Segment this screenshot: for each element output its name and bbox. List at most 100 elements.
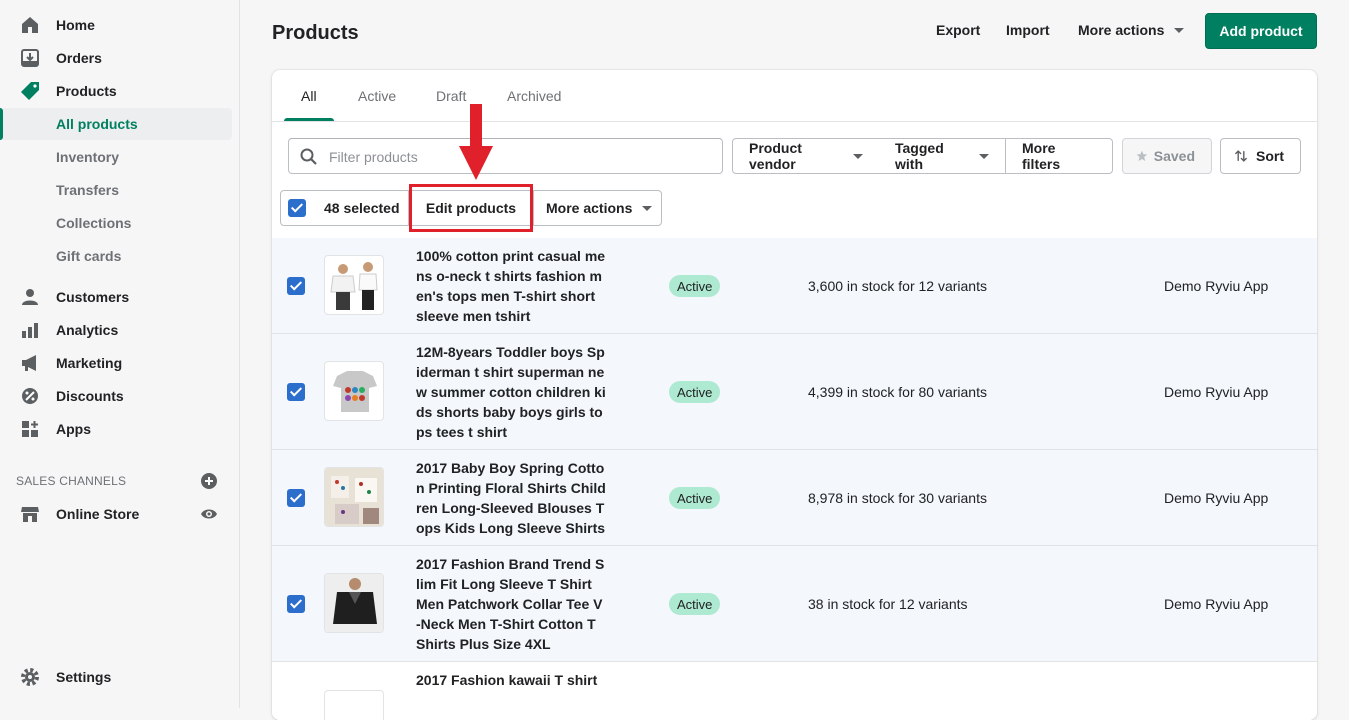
tagged-with-filter[interactable]: Tagged with — [879, 138, 1006, 174]
row-checkbox[interactable] — [287, 595, 305, 613]
row-checkbox[interactable] — [287, 489, 305, 507]
nav-label: Customers — [56, 289, 130, 305]
inventory-text: 4,399 in stock for 80 variants — [808, 384, 987, 400]
product-title[interactable]: 2017 Fashion kawaii T shirt — [416, 670, 616, 690]
nav-apps[interactable]: Apps — [0, 413, 232, 445]
bulk-more-actions-label: More actions — [546, 200, 633, 216]
discount-icon — [22, 388, 38, 404]
nav-label: Settings — [56, 669, 112, 685]
table-row[interactable]: 2017 Fashion Brand Trend Slim Fit Long S… — [272, 546, 1317, 662]
chevron-down-icon — [979, 153, 989, 159]
chevron-down-icon — [642, 205, 653, 211]
nav-online-store[interactable]: Online Store — [0, 498, 232, 530]
select-all-checkbox[interactable]: 48 selected — [280, 190, 409, 226]
nav-label: Transfers — [56, 182, 120, 198]
nav-marketing[interactable]: Marketing — [0, 347, 232, 379]
table-row[interactable]: 100% cotton print casual mens o-neck t s… — [272, 238, 1317, 334]
status-badge: Active — [669, 381, 721, 403]
chevron-down-icon — [853, 153, 863, 159]
nav-label: Analytics — [56, 322, 119, 338]
nav-orders[interactable]: Orders — [0, 42, 232, 74]
orders-icon — [21, 49, 39, 67]
store-icon — [21, 507, 39, 522]
vendor-text: Demo Ryviu App — [1164, 278, 1269, 294]
apps-icon — [22, 421, 38, 437]
table-row[interactable]: 2017 Baby Boy Spring Cotton Printing Flo… — [272, 450, 1317, 546]
status-badge: Active — [669, 275, 721, 297]
inventory-text: 3,600 in stock for 12 variants — [808, 278, 987, 294]
nav-settings[interactable]: Settings — [0, 661, 232, 693]
black-tshirt-image — [325, 574, 383, 632]
nav-home[interactable]: Home — [0, 9, 232, 41]
add-channel-icon[interactable] — [201, 473, 217, 489]
add-product-button[interactable]: Add product — [1205, 13, 1317, 49]
search-input[interactable] — [329, 147, 709, 167]
main-content: Products Export Import More actions Add … — [240, 0, 1349, 720]
page-title: Products — [272, 22, 359, 44]
import-button[interactable]: Import — [1006, 22, 1050, 38]
nav-label: Apps — [56, 421, 91, 437]
more-filters-button[interactable]: More filters — [1005, 138, 1113, 174]
product-thumbnail[interactable] — [324, 573, 384, 633]
sort-label: Sort — [1256, 148, 1284, 164]
nav-label: Inventory — [56, 149, 120, 165]
saved-button[interactable]: Saved — [1122, 138, 1212, 174]
more-actions-label: More actions — [1078, 22, 1165, 38]
product-thumbnail[interactable] — [324, 255, 384, 315]
nav-products[interactable]: Products — [0, 75, 232, 107]
kids-tshirt-image — [333, 371, 377, 412]
filter-label: Tagged with — [895, 140, 944, 172]
table-row[interactable]: 12M-8years Toddler boys Spiderman t shir… — [272, 334, 1317, 450]
nav-label: Orders — [56, 50, 102, 66]
nav-gift-cards[interactable]: Gift cards — [0, 240, 232, 272]
export-button[interactable]: Export — [936, 22, 980, 38]
product-title[interactable]: 100% cotton print casual mens o-neck t s… — [416, 246, 606, 326]
search-field[interactable] — [288, 138, 723, 174]
analytics-icon — [22, 323, 38, 338]
tab-all[interactable]: All — [301, 88, 317, 104]
product-title[interactable]: 2017 Fashion Brand Trend Slim Fit Long S… — [416, 554, 606, 654]
nav-label: Products — [56, 83, 117, 99]
down-arrow-annotation — [459, 104, 493, 180]
row-checkbox[interactable] — [287, 383, 305, 401]
nav-label: Collections — [56, 215, 132, 231]
nav-analytics[interactable]: Analytics — [0, 314, 232, 346]
tab-archived[interactable]: Archived — [507, 88, 561, 104]
filter-label: Product vendor — [749, 140, 802, 172]
product-title[interactable]: 12M-8years Toddler boys Spiderman t shir… — [416, 342, 606, 442]
vendor-text: Demo Ryviu App — [1164, 596, 1269, 612]
checkbox-checked — [288, 199, 306, 217]
product-title[interactable]: 2017 Baby Boy Spring Cotton Printing Flo… — [416, 458, 606, 538]
tab-bar: All Active Draft Archived — [272, 70, 1317, 122]
product-thumbnail[interactable] — [324, 690, 384, 720]
product-thumbnail[interactable] — [324, 361, 384, 421]
nav-label: Home — [56, 17, 95, 33]
row-checkbox[interactable] — [287, 277, 305, 295]
sort-icon — [1234, 150, 1248, 162]
nav-label: Marketing — [56, 355, 123, 371]
nav-label: Discounts — [56, 388, 124, 404]
tab-underline — [284, 118, 334, 121]
status-badge: Active — [669, 487, 721, 509]
product-vendor-filter[interactable]: Product vendor — [732, 138, 880, 174]
sidebar: Home Orders Products All products Invent… — [0, 0, 240, 708]
product-thumbnail[interactable] — [324, 467, 384, 527]
nav-all-products[interactable]: All products — [0, 108, 232, 140]
nav-discounts[interactable]: Discounts — [0, 380, 232, 412]
more-actions-button[interactable]: More actions — [1078, 22, 1185, 38]
table-row[interactable]: 2017 Fashion kawaii T shirt — [272, 662, 1317, 720]
sales-channels-label: SALES CHANNELS — [16, 474, 127, 488]
nav-collections[interactable]: Collections — [0, 207, 232, 239]
nav-transfers[interactable]: Transfers — [0, 174, 232, 206]
highlight-box — [409, 184, 533, 232]
sort-button[interactable]: Sort — [1220, 138, 1301, 174]
tab-active[interactable]: Active — [358, 88, 396, 104]
eye-icon[interactable] — [200, 506, 218, 522]
nav-label: Online Store — [56, 506, 140, 522]
status-badge: Active — [669, 593, 721, 615]
megaphone-icon — [22, 355, 36, 371]
nav-inventory[interactable]: Inventory — [0, 141, 232, 173]
tab-draft[interactable]: Draft — [436, 88, 466, 104]
bulk-more-actions-button[interactable]: More actions — [533, 190, 662, 226]
nav-customers[interactable]: Customers — [0, 281, 232, 313]
